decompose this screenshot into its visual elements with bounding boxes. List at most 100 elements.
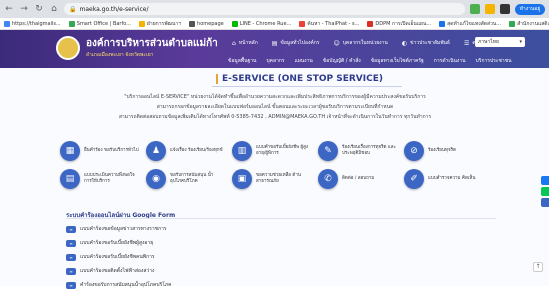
url-text: maeka.go.th/e-service/ — [79, 5, 149, 13]
intro-text: "บริการออนไลน์ E-SERVICE" หน่วยงานได้จัด… — [60, 92, 490, 122]
bookmark-item[interactable]: DDPM การเปิดเอ็นแผน... — [367, 20, 431, 28]
subnav-item[interactable]: บริการประชาชน — [476, 57, 512, 65]
org-subtitle: อำเภอเมืองพะเยา จังหวัดพะเยา — [86, 52, 154, 58]
bookmark-favicon-icon — [509, 20, 516, 27]
org-logo[interactable] — [56, 36, 80, 60]
service-item[interactable]: ▣ ขอความช่วยเหลือ ด้านสาธารณภัย — [232, 168, 318, 190]
star-icon[interactable] — [485, 4, 495, 14]
bookmark-item[interactable]: ค้นหา - ThaiPhat - s... — [299, 20, 359, 28]
service-label: แบบสำรวจความ คิดเห็น — [428, 176, 476, 181]
bookmark-label: สำนักงานแสดิงงานศึก... — [517, 20, 549, 27]
phone-icon[interactable]: ✆ — [318, 169, 338, 189]
home-button-icon[interactable]: ⌂ — [49, 4, 59, 14]
google-form-link[interactable]: ≡ คำร้องขอรับการสนับสนุนน้ำอุปโภคบริโภค — [66, 278, 172, 292]
bookmark-favicon-icon — [299, 20, 306, 27]
topnav-item[interactable]: ☺ บุคลากรในหน่วยงาน — [333, 39, 387, 47]
puzzle-icon[interactable] — [500, 4, 510, 14]
bookmark-favicon-icon — [367, 20, 374, 27]
service-item[interactable]: ▤ แบบประเมินความพึงพอใจ การให้บริการ — [60, 168, 146, 190]
topnav-label: ข่าวประชาสัมพันธ์ — [410, 40, 450, 46]
phone-off-icon[interactable]: ⊘ — [404, 141, 424, 161]
bookmark-item[interactable]: สำนักงานแสดิงงานศึก... — [509, 20, 549, 28]
profile-button[interactable]: ทำงานอยู่ — [515, 3, 545, 15]
subnav-item[interactable]: แผนงาน — [295, 57, 313, 65]
service-item[interactable]: ▥ แบบคำขอรับเบี้ยยังชีพ ผู้สูงอายุ/ผู้พิก… — [232, 140, 318, 162]
form-icon[interactable]: ▣ — [232, 169, 252, 189]
scroll-top-button[interactable]: ↑ — [533, 262, 543, 272]
extension-icon[interactable] — [470, 4, 480, 14]
bookmark-item[interactable]: สุดทำแก้ไขแทงสัดส่วน... — [439, 20, 501, 28]
service-item[interactable]: ⊘ ร้องเรียนทุจริต — [404, 140, 490, 162]
google-form-label: แบบคำร้องขอข้อมูลข่าวสารทางราชการ — [80, 226, 167, 232]
google-form-link[interactable]: ≡ แบบคำร้องขอติดตั้งไฟฟ้าส่องสว่าง — [66, 264, 172, 278]
bookmark-label: DDPM การเปิดเอ็นแผน... — [375, 20, 432, 27]
service-item[interactable]: ♟ แจ้งเรื่อง ร้องเรียน/ร้องทุกข์ — [146, 140, 232, 162]
share-icon[interactable] — [541, 198, 549, 207]
bookmark-item[interactable]: LINE - Chrome Rue... — [231, 20, 292, 27]
google-form-link[interactable]: ≡ แบบคำร้องขอรับเบี้ยยังชีพผู้สูงอายุ — [66, 236, 172, 250]
page-title: E-SERVICE (ONE STOP SERVICE) — [216, 74, 383, 84]
topnav-item[interactable]: ◐ ข่าวประชาสัมพันธ์ — [402, 39, 450, 47]
bookmark-favicon-icon — [439, 20, 446, 27]
bookmark-item[interactable]: Smart Office | Barfo... — [68, 20, 131, 27]
bookmark-favicon-icon — [68, 20, 75, 27]
subnav-item[interactable]: ข้อมูลทางเว็บไซต์ภาครัฐ — [371, 57, 424, 65]
water-icon[interactable]: ✎ — [318, 141, 338, 161]
bookmark-label: Smart Office | Barfo... — [76, 20, 131, 27]
intro-line: สามารถติดต่อสอบถามข้อมูลเพิ่มเติมได้ทางโ… — [118, 114, 432, 120]
bookmark-item[interactable]: https://thaigmails... — [4, 20, 61, 27]
bag-icon[interactable]: ◉ — [146, 169, 166, 189]
service-item[interactable]: ▦ ยื่นคำร้อง ขอรับบริการทั่วไป — [60, 140, 146, 162]
topnav-label: ข้อมูลทั่วไปองค์กร — [280, 40, 320, 46]
service-label: แจ้งเรื่อง ร้องเรียน/ร้องทุกข์ — [170, 148, 223, 153]
google-form-label: แบบคำร้องขอรับเบี้ยยังชีพคนพิการ — [80, 254, 155, 260]
service-label: ขอรับการสนับสนุน น้ำอุปโภคบริโภค — [170, 173, 214, 184]
service-label: แบบประเมินความพึงพอใจ การให้บริการ — [84, 173, 135, 184]
service-label: ขอความช่วยเหลือ ด้านสาธารณภัย — [256, 173, 301, 184]
service-item[interactable]: ✆ ติดต่อ / สอบถาม — [318, 168, 404, 190]
paper-icon[interactable]: ▤ — [60, 169, 80, 189]
clipboard-icon[interactable]: ▥ — [232, 141, 252, 161]
subnav-item[interactable]: บุคลากร — [266, 57, 284, 65]
bookmark-item[interactable]: homepage — [189, 20, 224, 27]
form-link-icon: ≡ — [66, 253, 76, 261]
bookmark-label: LINE - Chrome Rue... — [239, 20, 292, 27]
service-label: ยื่นคำร้อง ขอรับบริการทั่วไป — [84, 148, 139, 153]
google-form-link[interactable]: ≡ แบบคำร้องขอรับเบี้ยยังชีพคนพิการ — [66, 250, 172, 264]
bookmark-label: ค้นหา - ThaiPhat - s... — [307, 20, 360, 27]
subnav-item[interactable]: การดำเนินงาน — [434, 57, 466, 65]
user-icon[interactable]: ♟ — [146, 141, 166, 161]
facebook-icon[interactable] — [541, 176, 549, 185]
intro-line: "บริการออนไลน์ E-SERVICE" หน่วยงานได้จัด… — [124, 94, 426, 100]
topnav-item[interactable]: ▤ ข้อมูลทั่วไปองค์กร — [272, 39, 320, 47]
service-label: ร้องเรียนเรื่องการทุจริต และประพฤติมิชอบ — [342, 145, 396, 156]
bookmark-favicon-icon — [139, 20, 145, 27]
forward-icon[interactable]: → — [19, 4, 29, 14]
address-bar[interactable]: 🔒 maeka.go.th/e-service/ — [64, 3, 465, 15]
document-icon[interactable]: ▦ — [60, 141, 80, 161]
subnav-item[interactable]: ข้อมูลพื้นฐาน — [228, 57, 256, 65]
service-item[interactable]: ◉ ขอรับการสนับสนุน น้ำอุปโภคบริโภค — [146, 168, 232, 190]
survey-icon[interactable]: ✐ — [404, 169, 424, 189]
language-label: ภาษาไทย — [478, 39, 499, 45]
book-icon: ☰ — [464, 39, 470, 47]
chevron-down-icon: ▾ — [519, 39, 522, 45]
subnav-item[interactable]: ข้อบัญญัติ / คำสั่ง — [323, 57, 361, 65]
form-link-icon: ≡ — [66, 239, 76, 247]
main-content: E-SERVICE (ONE STOP SERVICE) "บริการออนไ… — [0, 68, 549, 289]
topnav-item[interactable]: ⌂ หน้าหลัก — [232, 39, 258, 47]
line-icon[interactable] — [541, 187, 549, 196]
bookmark-item[interactable]: ฝ่ายการพัฒนาฯ — [139, 20, 181, 28]
bookmarks-bar: https://thaigmails... Smart Office | Barf… — [0, 18, 549, 30]
top-nav: ⌂ หน้าหลัก ▤ ข้อมูลทั่วไปองค์กร ☺ บุคลากรในหน… — [232, 39, 513, 47]
service-item[interactable]: ✎ ร้องเรียนเรื่องการทุจริต และประพฤติมิชอ… — [318, 140, 404, 162]
service-label: ติดต่อ / สอบถาม — [342, 176, 375, 181]
org-name[interactable]: องค์การบริหารส่วนตำบลแม่ก้า — [86, 36, 218, 51]
reload-icon[interactable]: ↻ — [34, 4, 44, 14]
service-item[interactable]: ✐ แบบสำรวจความ คิดเห็น — [404, 168, 490, 190]
back-icon[interactable]: ← — [4, 4, 14, 14]
language-select[interactable]: ภาษาไทย ▾ — [475, 37, 525, 47]
megaphone-icon: ◐ — [401, 39, 408, 47]
google-form-divider — [66, 218, 496, 219]
google-form-link[interactable]: ≡ แบบคำร้องขอข้อมูลข่าวสารทางราชการ — [66, 222, 172, 236]
